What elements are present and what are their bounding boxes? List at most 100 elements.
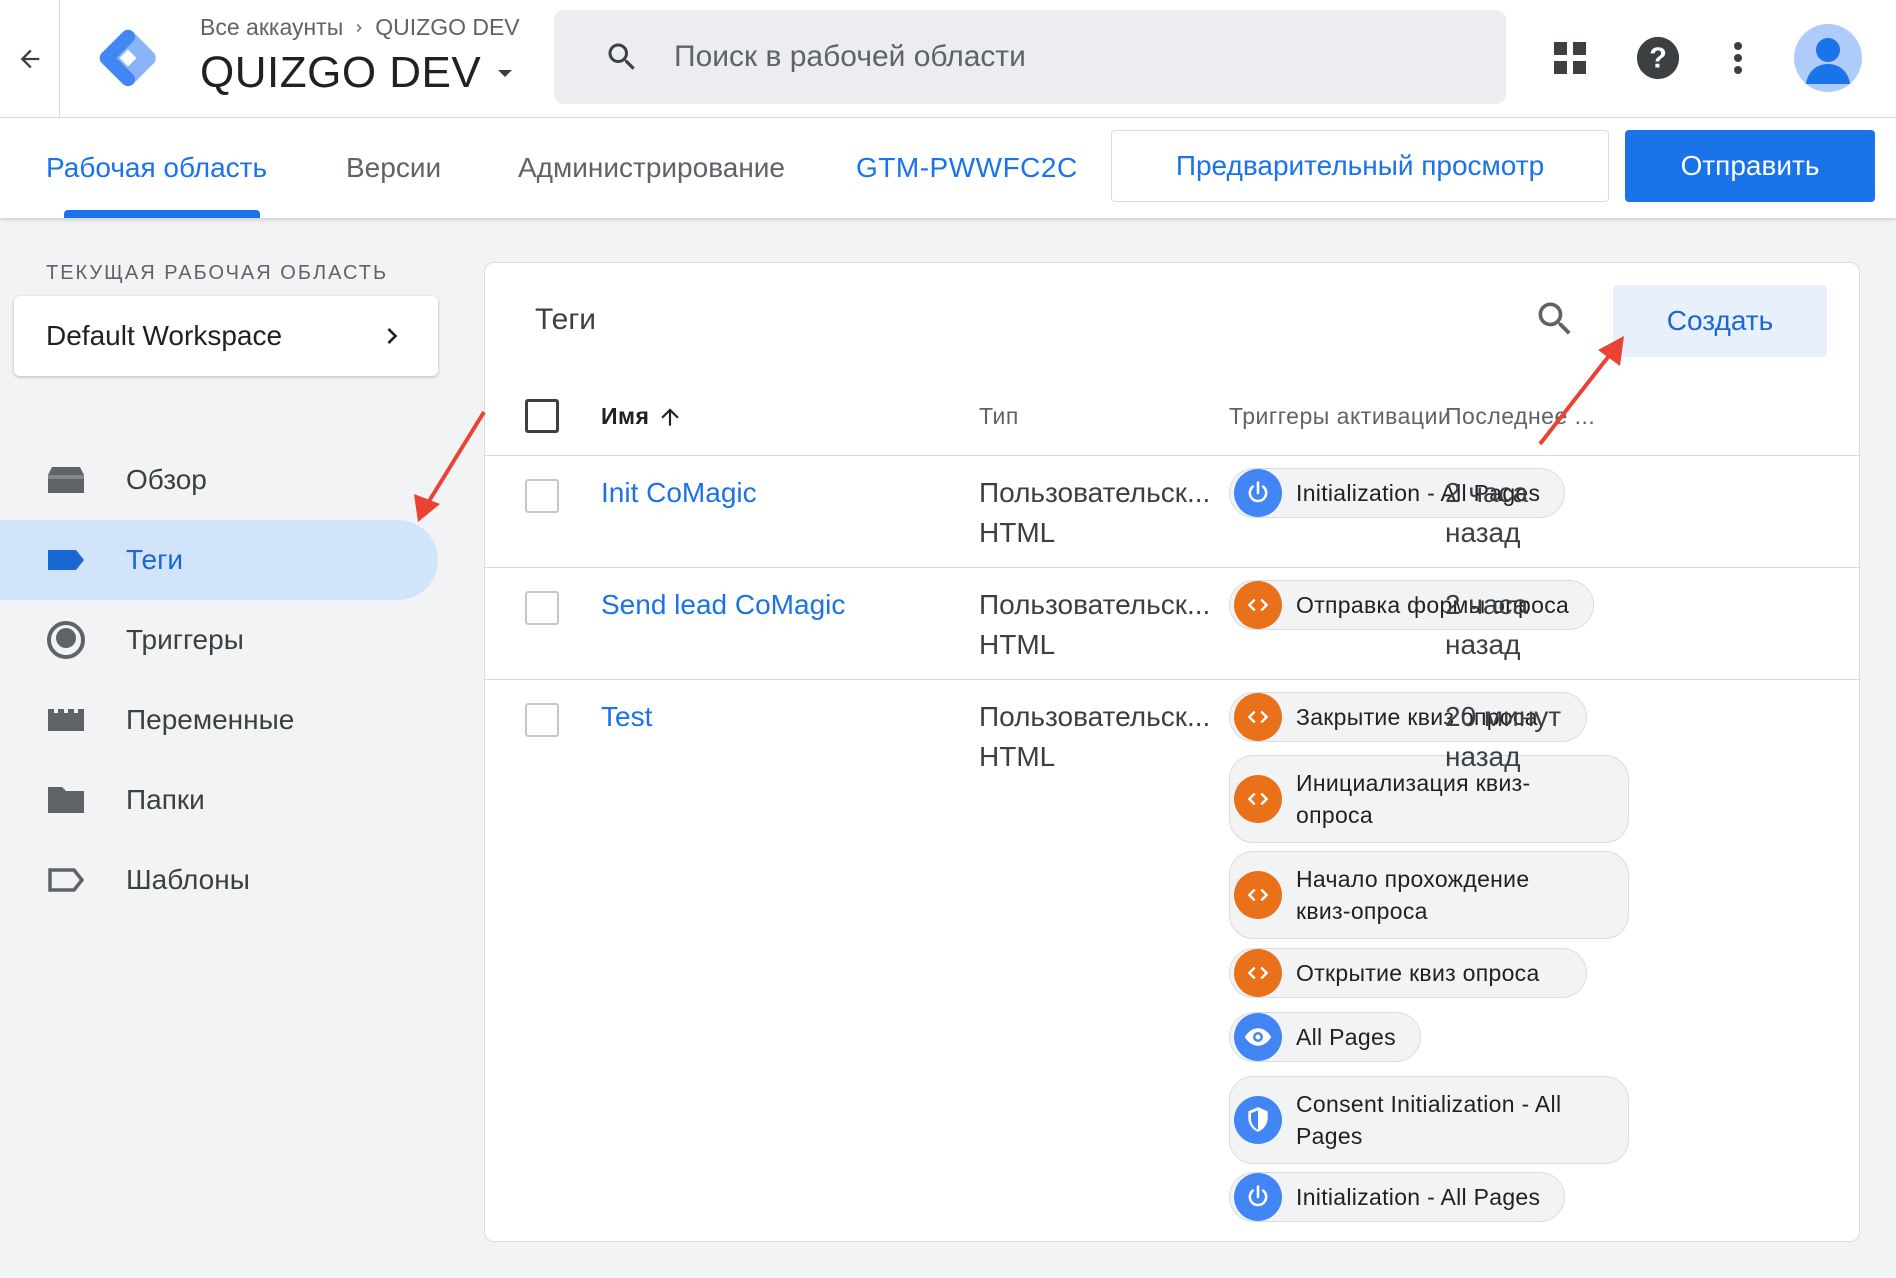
tag-name-link[interactable]: Send lead CoMagic (601, 589, 845, 621)
help-icon: ? (1636, 36, 1680, 80)
gtm-logo-icon (99, 29, 156, 87)
tab-workspace[interactable]: Рабочая область (46, 152, 267, 184)
row-checkbox[interactable] (525, 479, 559, 513)
tag-type-line1: Пользовательск... (979, 701, 1211, 732)
last-edited: 20 минут назад (1445, 697, 1605, 777)
workspace-selector[interactable]: Default Workspace (14, 296, 438, 376)
column-header-triggers[interactable]: Триггеры активации (1229, 403, 1451, 430)
last-edited-line2: назад (1445, 629, 1521, 660)
last-edited-line2: назад (1445, 741, 1521, 772)
power-icon (1234, 469, 1282, 517)
sidebar-item-label: Обзор (126, 464, 207, 495)
sidebar-item-variables[interactable]: Переменные (0, 680, 438, 760)
row-checkbox[interactable] (525, 703, 559, 737)
panel-title: Теги (535, 303, 597, 336)
column-header-name[interactable]: Имя (601, 403, 683, 430)
code-icon (1234, 871, 1282, 919)
tag-name-link[interactable]: Test (601, 701, 652, 733)
tag-icon (46, 544, 86, 576)
tag-name-link[interactable]: Init CoMagic (601, 477, 757, 509)
back-button[interactable] (0, 0, 60, 118)
container-title: QUIZGO DEV (200, 48, 482, 97)
tag-type-line2: HTML (979, 741, 1056, 772)
trigger-chip[interactable]: Consent Initialization - All Pages (1229, 1076, 1629, 1164)
sidebar-item-label: Переменные (126, 704, 295, 735)
select-all-checkbox[interactable] (525, 399, 559, 433)
active-tab-indicator (64, 210, 260, 218)
chevron-right-icon (356, 23, 362, 32)
eye-icon (1234, 1013, 1282, 1061)
tag-type-line2: HTML (979, 629, 1056, 660)
tab-admin[interactable]: Администрирование (518, 152, 785, 184)
sidebar-item-label: Триггеры (126, 624, 244, 655)
breadcrumb-container[interactable]: QUIZGO DEV (375, 14, 519, 41)
trigger-chip-label: All Pages (1296, 1024, 1396, 1050)
trigger-chip[interactable]: Initialization - All Pages (1229, 1172, 1566, 1222)
row-divider (485, 455, 1861, 456)
tag-type: Пользовательск... HTML (979, 473, 1229, 553)
help-button[interactable]: ? (1630, 30, 1686, 86)
trigger-chip[interactable]: Начало прохождение квиз-опроса (1229, 851, 1629, 939)
tag-type-line2: HTML (979, 517, 1056, 548)
tag-type: Пользовательск... HTML (979, 697, 1229, 777)
code-icon (1234, 581, 1282, 629)
user-avatar-icon (1806, 38, 1850, 84)
arrow-back-icon (20, 49, 39, 69)
top-bar: Все аккаунты QUIZGO DEV QUIZGO DEV ? (0, 0, 1896, 118)
trigger-chip[interactable]: All Pages (1229, 1012, 1421, 1062)
row-divider (485, 679, 1861, 680)
annotation-arrow-tags (414, 410, 486, 522)
sidebar-item-label: Папки (126, 784, 205, 815)
search-icon (608, 43, 635, 70)
submit-button[interactable]: Отправить (1625, 130, 1875, 202)
sidebar-item-label: Теги (126, 544, 183, 575)
trigger-chip-label: Initialization - All Pages (1296, 1184, 1541, 1210)
trigger-chip-label: Открытие квиз опроса (1296, 960, 1540, 986)
last-edited-line1: 2 часа (1445, 589, 1529, 620)
breadcrumb-account[interactable]: Все аккаунты (200, 14, 343, 41)
avatar[interactable] (1794, 24, 1862, 92)
last-edited: 2 часа назад (1445, 585, 1605, 665)
apps-button[interactable] (1542, 30, 1598, 86)
tags-panel: Теги Создать Имя Тип Триггеры активации … (484, 262, 1861, 1242)
container-selector[interactable]: QUIZGO DEV (200, 48, 517, 98)
sidebar-item-label: Шаблоны (126, 864, 250, 895)
shield-icon (1234, 1096, 1282, 1144)
chevron-right-icon (387, 328, 398, 344)
row-checkbox[interactable] (525, 591, 559, 625)
sidebar-item-triggers[interactable]: Триггеры (0, 600, 438, 680)
last-edited: 2 часа назад (1445, 473, 1605, 553)
sidebar-item-overview[interactable]: Обзор (0, 440, 438, 520)
power-icon (1234, 1173, 1282, 1221)
last-edited-line1: 2 часа (1445, 477, 1529, 508)
search-input[interactable] (674, 40, 1474, 74)
workspace-search[interactable] (554, 10, 1506, 104)
tag-type-line1: Пользовательск... (979, 589, 1211, 620)
code-icon (1234, 693, 1282, 741)
tag-type-line1: Пользовательск... (979, 477, 1211, 508)
row-divider (485, 567, 1861, 568)
more-menu-button[interactable] (1710, 30, 1766, 86)
tag-type: Пользовательск... HTML (979, 585, 1229, 665)
breadcrumb: Все аккаунты QUIZGO DEV (200, 14, 520, 41)
tab-versions[interactable]: Версии (346, 152, 441, 184)
column-header-type[interactable]: Тип (979, 403, 1019, 430)
apps-grid-icon (1554, 42, 1586, 74)
dropdown-arrow-icon (498, 70, 513, 77)
preview-button[interactable]: Предварительный просмотр (1111, 130, 1609, 202)
trigger-chip[interactable]: Открытие квиз опроса (1229, 948, 1587, 998)
workspace-label: ТЕКУЩАЯ РАБОЧАЯ ОБЛАСТЬ (46, 262, 389, 284)
more-vert-icon (1734, 42, 1742, 74)
overview-icon (46, 464, 86, 496)
create-tag-button[interactable]: Создать (1613, 285, 1827, 357)
code-icon (1234, 775, 1282, 823)
annotation-arrow-create (1538, 336, 1624, 446)
svg-text:?: ? (1649, 43, 1667, 75)
sidebar-item-tags[interactable]: Теги (0, 520, 438, 600)
last-edited-line2: назад (1445, 517, 1521, 548)
sidebar-item-folders[interactable]: Папки (0, 760, 438, 840)
folder-icon (46, 784, 86, 816)
container-id[interactable]: GTM-PWWFC2C (856, 152, 1078, 184)
sidebar-item-templates[interactable]: Шаблоны (0, 840, 438, 920)
sort-arrow-up-icon (661, 407, 680, 426)
